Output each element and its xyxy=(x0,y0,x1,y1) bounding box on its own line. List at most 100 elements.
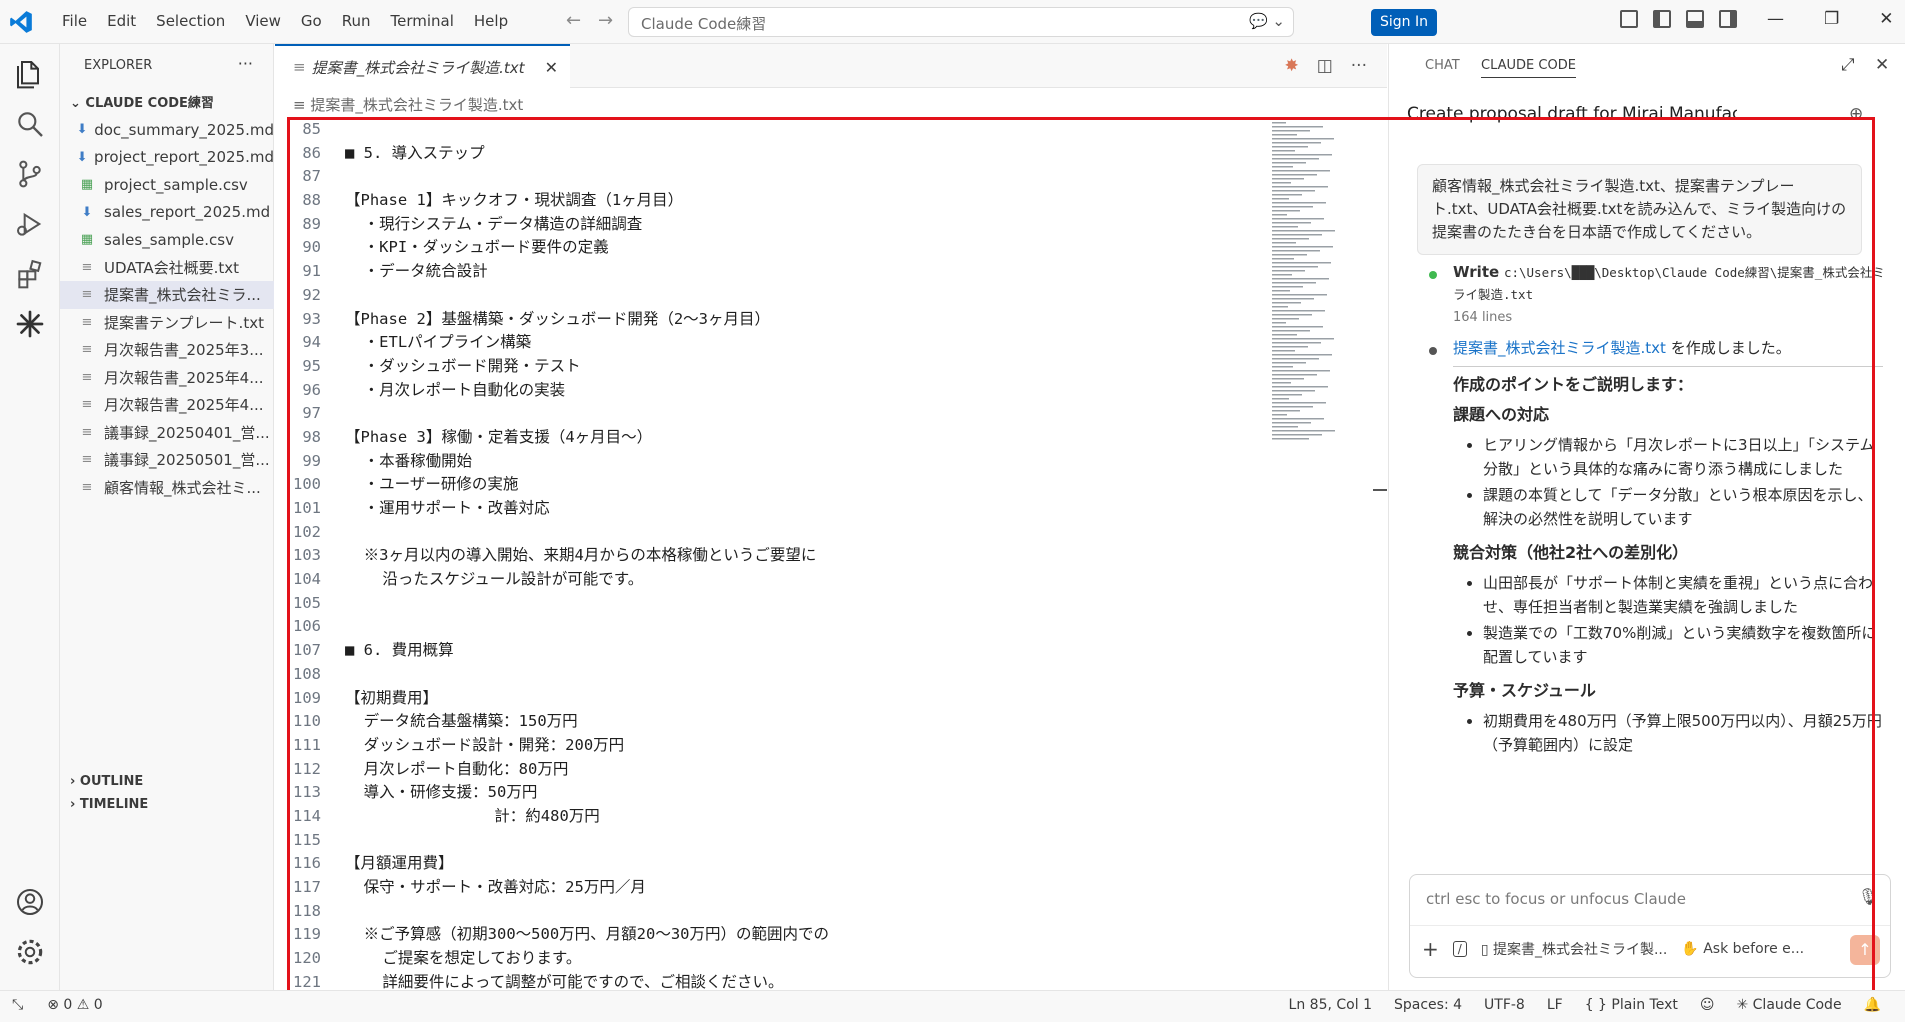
notifications-bell-icon[interactable]: 🔔 xyxy=(1864,997,1881,1013)
file-item[interactable]: ≡ 月次報告書_2025年3... xyxy=(60,336,274,364)
timeline-section[interactable]: › TIMELINE xyxy=(70,797,148,812)
maximize-panel-icon[interactable]: ⤢ xyxy=(1841,55,1855,75)
code-line[interactable]: 98 【Phase 3】稼働・定着支援（4ヶ月目〜） xyxy=(285,426,1335,450)
code-line[interactable]: 113 導入・研修支援：50万円 xyxy=(285,781,1335,805)
code-line[interactable]: 86 ■ 5. 導入ステップ xyxy=(285,142,1335,166)
encoding[interactable]: UTF-8 xyxy=(1484,997,1525,1013)
code-line[interactable]: 110 データ統合基盤構築：150万円 xyxy=(285,710,1335,734)
code-line[interactable]: 102 xyxy=(285,521,1335,545)
menu-run[interactable]: Run xyxy=(334,12,379,30)
file-item[interactable]: ⬇ sales_report_2025.md xyxy=(60,199,274,227)
claude-code-status[interactable]: ✳ Claude Code xyxy=(1736,997,1841,1013)
file-item[interactable]: ▦ sales_sample.csv xyxy=(60,226,274,254)
code-view[interactable]: 85 86 ■ 5. 導入ステップ 87 88 【Phase 1】キックオフ・現状調査（1… xyxy=(285,118,1335,994)
scroll-handle[interactable] xyxy=(1373,489,1387,491)
command-center-search[interactable]: Claude Code練習 💬 ⌄ xyxy=(628,7,1294,37)
file-item[interactable]: ≡ 月次報告書_2025年4... xyxy=(60,364,274,392)
code-line[interactable]: 103 ※3ヶ月以内の導入開始、来期4月からの本格稼働というご要望に xyxy=(285,544,1335,568)
toggle-sidebar-icon[interactable] xyxy=(1653,10,1671,28)
chat-dropdown-icon[interactable]: 💬 ⌄ xyxy=(1249,12,1285,30)
code-line[interactable]: 117 保守・サポート・改善対応：25万円／月 xyxy=(285,876,1335,900)
code-line[interactable]: 104 沿ったスケジュール設計が可能です。 xyxy=(285,568,1335,592)
code-line[interactable]: 115 xyxy=(285,829,1335,853)
customize-layout-icon[interactable] xyxy=(1620,10,1638,28)
code-line[interactable]: 111 ダッシュボード設計・開発：200万円 xyxy=(285,734,1335,758)
sign-in-button[interactable]: Sign In xyxy=(1371,9,1437,36)
send-button[interactable]: ↑ xyxy=(1850,935,1880,965)
code-line[interactable]: 94 ・ETLパイプライン構築 xyxy=(285,331,1335,355)
claude-icon[interactable] xyxy=(14,308,46,340)
file-item[interactable]: ≡ 議事録_20250501_営... xyxy=(60,446,274,474)
code-line[interactable]: 109 【初期費用】 xyxy=(285,687,1335,711)
file-item[interactable]: ≡ UDATA会社概要.txt xyxy=(60,254,274,282)
language-mode[interactable]: { } Plain Text xyxy=(1585,997,1678,1013)
code-line[interactable]: 108 xyxy=(285,663,1335,687)
more-actions-icon[interactable]: ··· xyxy=(238,54,253,73)
ask-mode-toggle[interactable]: ✋ Ask before e... xyxy=(1681,941,1804,957)
line-ending[interactable]: LF xyxy=(1547,997,1563,1013)
code-line[interactable]: 95 ・ダッシュボード開発・テスト xyxy=(285,355,1335,379)
indentation[interactable]: Spaces: 4 xyxy=(1394,997,1462,1013)
menu-selection[interactable]: Selection xyxy=(148,12,233,30)
code-line[interactable]: 105 xyxy=(285,592,1335,616)
forward-arrow-icon[interactable]: → xyxy=(598,10,613,31)
tool-call-write[interactable]: Write c:\Users\███\Desktop\Claude Code練習… xyxy=(1453,262,1893,325)
file-item[interactable]: ≡ 月次報告書_2025年4... xyxy=(60,391,274,419)
close-panel-icon[interactable]: ✕ xyxy=(1875,55,1889,75)
menu-help[interactable]: Help xyxy=(466,12,516,30)
code-line[interactable]: 114 計：約480万円 xyxy=(285,805,1335,829)
code-line[interactable]: 99 ・本番稼働開始 xyxy=(285,450,1335,474)
code-line[interactable]: 116 【月額運用費】 xyxy=(285,852,1335,876)
file-item[interactable]: ⬇ doc_summary_2025.md xyxy=(60,116,274,144)
outline-section[interactable]: › OUTLINE xyxy=(70,774,143,789)
code-line[interactable]: 101 ・運用サポート・改善対応 xyxy=(285,497,1335,521)
extensions-icon[interactable] xyxy=(14,258,46,290)
account-icon[interactable] xyxy=(14,886,46,918)
run-debug-icon[interactable] xyxy=(14,208,46,240)
code-line[interactable]: 107 ■ 6. 費用概算 xyxy=(285,639,1335,663)
code-line[interactable]: 100 ・ユーザー研修の実施 xyxy=(285,473,1335,497)
explorer-icon[interactable] xyxy=(14,58,46,90)
remote-icon[interactable]: ⤡ xyxy=(12,997,23,1013)
code-line[interactable]: 93 【Phase 2】基盤構築・ダッシュボード開発（2〜3ヶ月目） xyxy=(285,308,1335,332)
code-line[interactable]: 96 ・月次レポート自動化の実装 xyxy=(285,379,1335,403)
file-item[interactable]: ≡ 議事録_20250401_営... xyxy=(60,419,274,447)
restore-icon[interactable]: ❐ xyxy=(1824,9,1839,29)
menu-go[interactable]: Go xyxy=(293,12,330,30)
minimize-icon[interactable]: — xyxy=(1767,9,1784,29)
file-item[interactable]: ≡ 提案書テンプレート.txt xyxy=(60,309,274,337)
copilot-icon[interactable]: ☺ xyxy=(1700,997,1715,1013)
editor-tab-active[interactable]: ≡ 提案書_株式会社ミライ製造.txt ✕ xyxy=(275,44,570,88)
new-conversation-icon[interactable]: ⊕ xyxy=(1849,104,1863,124)
code-line[interactable]: 89 ・現行システム・データ構造の詳細調査 xyxy=(285,213,1335,237)
code-line[interactable]: 118 xyxy=(285,900,1335,924)
breadcrumb[interactable]: ≡ 提案書_株式会社ミライ製造.txt xyxy=(293,94,523,115)
menu-terminal[interactable]: Terminal xyxy=(383,12,462,30)
code-line[interactable]: 92 xyxy=(285,284,1335,308)
code-line[interactable]: 87 xyxy=(285,165,1335,189)
prompt-input[interactable]: ctrl esc to focus or unfocus Claude 🎙 + … xyxy=(1409,874,1891,978)
code-line[interactable]: 97 xyxy=(285,402,1335,426)
editor-more-icon[interactable]: ··· xyxy=(1351,56,1367,76)
menu-edit[interactable]: Edit xyxy=(99,12,144,30)
add-attachment-icon[interactable]: + xyxy=(1422,937,1439,961)
tab-chat[interactable]: CHAT xyxy=(1425,58,1460,73)
code-line[interactable]: 91 ・データ統合設計 xyxy=(285,260,1335,284)
toggle-panel-icon[interactable] xyxy=(1686,10,1704,28)
close-window-icon[interactable]: ✕ xyxy=(1879,9,1893,29)
source-control-icon[interactable] xyxy=(14,158,46,190)
code-line[interactable]: 112 月次レポート自動化：80万円 xyxy=(285,758,1335,782)
file-item[interactable]: ⬇ project_report_2025.md xyxy=(60,144,274,172)
search-icon[interactable] xyxy=(14,108,46,140)
problems-indicator[interactable]: ⊗ 0 ⚠ 0 xyxy=(47,997,103,1013)
menu-view[interactable]: View xyxy=(237,12,289,30)
code-line[interactable]: 119 ※ご予算感（初期300〜500万円、月額20〜30万円）の範囲内での xyxy=(285,923,1335,947)
code-line[interactable]: 88 【Phase 1】キックオフ・現状調査（1ヶ月目） xyxy=(285,189,1335,213)
close-tab-icon[interactable]: ✕ xyxy=(545,58,558,77)
code-line[interactable]: 120 ご提案を想定しております。 xyxy=(285,947,1335,971)
code-line[interactable]: 106 xyxy=(285,615,1335,639)
workspace-folder[interactable]: ⌄ CLAUDE CODE練習 xyxy=(70,92,214,111)
claude-spark-icon[interactable]: ✸ xyxy=(1284,56,1298,76)
code-line[interactable]: 85 xyxy=(285,118,1335,142)
tab-claude-code[interactable]: CLAUDE CODE xyxy=(1481,58,1576,78)
